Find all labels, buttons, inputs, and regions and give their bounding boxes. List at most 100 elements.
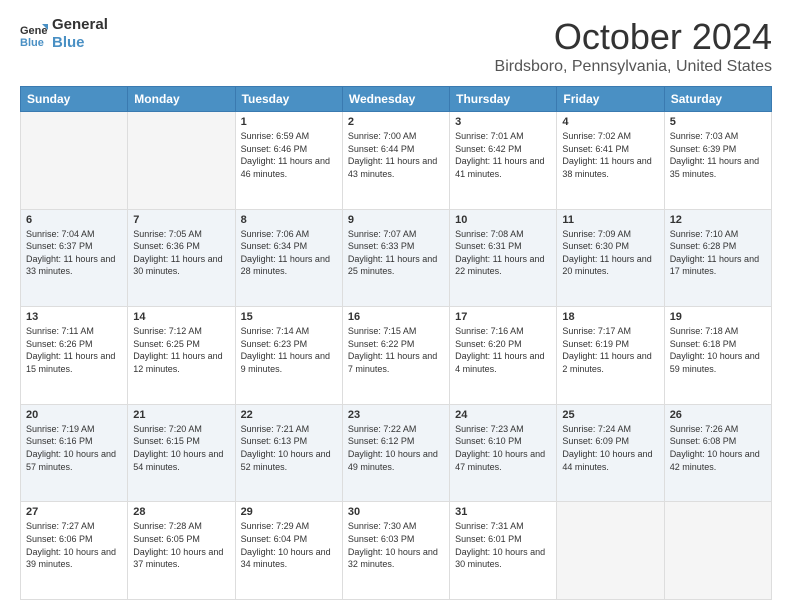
calendar-cell: 3 Sunrise: 7:01 AM Sunset: 6:42 PM Daylig…	[450, 112, 557, 210]
day-number: 19	[670, 311, 766, 323]
day-number: 15	[241, 311, 337, 323]
calendar-cell: 11 Sunrise: 7:09 AM Sunset: 6:30 PM Dayli…	[557, 209, 664, 307]
day-info: Sunrise: 7:12 AM Sunset: 6:25 PM Dayligh…	[133, 325, 229, 375]
calendar-cell: 4 Sunrise: 7:02 AM Sunset: 6:41 PM Daylig…	[557, 112, 664, 210]
calendar-cell	[128, 112, 235, 210]
day-number: 3	[455, 116, 551, 128]
day-info: Sunrise: 7:27 AM Sunset: 6:06 PM Dayligh…	[26, 520, 122, 570]
day-number: 21	[133, 409, 229, 421]
day-number: 4	[562, 116, 658, 128]
page-header: General Blue General Blue October 2024 B…	[20, 16, 772, 76]
calendar-cell: 20 Sunrise: 7:19 AM Sunset: 6:16 PM Dayli…	[21, 404, 128, 502]
day-info: Sunrise: 7:24 AM Sunset: 6:09 PM Dayligh…	[562, 423, 658, 473]
day-number: 31	[455, 506, 551, 518]
day-number: 10	[455, 214, 551, 226]
day-info: Sunrise: 7:26 AM Sunset: 6:08 PM Dayligh…	[670, 423, 766, 473]
day-number: 22	[241, 409, 337, 421]
day-info: Sunrise: 7:07 AM Sunset: 6:33 PM Dayligh…	[348, 228, 444, 278]
calendar-cell: 26Sunrise: 7:26 AM Sunset: 6:08 PM Dayli…	[664, 404, 771, 502]
day-number: 11	[562, 214, 658, 226]
calendar-cell: 31 Sunrise: 7:31 AM Sunset: 6:01 PM Dayli…	[450, 502, 557, 600]
day-info: Sunrise: 7:02 AM Sunset: 6:41 PM Dayligh…	[562, 130, 658, 180]
calendar-cell: 25 Sunrise: 7:24 AM Sunset: 6:09 PM Dayli…	[557, 404, 664, 502]
day-number: 20	[26, 409, 122, 421]
day-info: Sunrise: 7:31 AM Sunset: 6:01 PM Dayligh…	[455, 520, 551, 570]
day-number: 25	[562, 409, 658, 421]
calendar-table: SundayMondayTuesdayWednesdayThursdayFrid…	[20, 86, 772, 600]
day-info: Sunrise: 7:19 AM Sunset: 6:16 PM Dayligh…	[26, 423, 122, 473]
day-number: 30	[348, 506, 444, 518]
calendar-cell: 2 Sunrise: 7:00 AM Sunset: 6:44 PM Daylig…	[342, 112, 449, 210]
calendar-cell: 14 Sunrise: 7:12 AM Sunset: 6:25 PM Dayli…	[128, 307, 235, 405]
day-number: 23	[348, 409, 444, 421]
title-block: October 2024 Birdsboro, Pennsylvania, Un…	[495, 16, 772, 76]
calendar-cell: 6 Sunrise: 7:04 AM Sunset: 6:37 PM Daylig…	[21, 209, 128, 307]
calendar-week-row: 13Sunrise: 7:11 AM Sunset: 6:26 PM Dayli…	[21, 307, 772, 405]
day-info: Sunrise: 7:08 AM Sunset: 6:31 PM Dayligh…	[455, 228, 551, 278]
calendar-header-sunday: Sunday	[21, 87, 128, 112]
calendar-week-row: 20 Sunrise: 7:19 AM Sunset: 6:16 PM Dayli…	[21, 404, 772, 502]
calendar-cell	[664, 502, 771, 600]
day-info: Sunrise: 7:29 AM Sunset: 6:04 PM Dayligh…	[241, 520, 337, 570]
calendar-cell: 10 Sunrise: 7:08 AM Sunset: 6:31 PM Dayli…	[450, 209, 557, 307]
calendar-cell: 16Sunrise: 7:15 AM Sunset: 6:22 PM Dayli…	[342, 307, 449, 405]
day-info: Sunrise: 7:01 AM Sunset: 6:42 PM Dayligh…	[455, 130, 551, 180]
calendar-cell: 13Sunrise: 7:11 AM Sunset: 6:26 PM Dayli…	[21, 307, 128, 405]
calendar-cell: 15 Sunrise: 7:14 AM Sunset: 6:23 PM Dayli…	[235, 307, 342, 405]
day-info: Sunrise: 7:14 AM Sunset: 6:23 PM Dayligh…	[241, 325, 337, 375]
calendar-cell: 5Sunrise: 7:03 AM Sunset: 6:39 PM Daylig…	[664, 112, 771, 210]
day-number: 16	[348, 311, 444, 323]
day-info: Sunrise: 7:30 AM Sunset: 6:03 PM Dayligh…	[348, 520, 444, 570]
calendar-cell	[21, 112, 128, 210]
calendar-cell: 7Sunrise: 7:05 AM Sunset: 6:36 PM Daylig…	[128, 209, 235, 307]
calendar-cell: 29Sunrise: 7:29 AM Sunset: 6:04 PM Dayli…	[235, 502, 342, 600]
day-info: Sunrise: 7:16 AM Sunset: 6:20 PM Dayligh…	[455, 325, 551, 375]
calendar-header-tuesday: Tuesday	[235, 87, 342, 112]
calendar-cell: 21 Sunrise: 7:20 AM Sunset: 6:15 PM Dayli…	[128, 404, 235, 502]
day-number: 9	[348, 214, 444, 226]
day-info: Sunrise: 6:59 AM Sunset: 6:46 PM Dayligh…	[241, 130, 337, 180]
logo-icon: General Blue	[20, 20, 48, 48]
calendar-header-monday: Monday	[128, 87, 235, 112]
day-number: 28	[133, 506, 229, 518]
svg-text:Blue: Blue	[20, 37, 44, 48]
day-number: 5	[670, 116, 766, 128]
calendar-week-row: 27 Sunrise: 7:27 AM Sunset: 6:06 PM Dayli…	[21, 502, 772, 600]
day-info: Sunrise: 7:06 AM Sunset: 6:34 PM Dayligh…	[241, 228, 337, 278]
svg-text:General: General	[20, 25, 48, 37]
day-info: Sunrise: 7:20 AM Sunset: 6:15 PM Dayligh…	[133, 423, 229, 473]
logo-line2: Blue	[52, 34, 108, 52]
calendar-week-row: 1 Sunrise: 6:59 AM Sunset: 6:46 PM Daylig…	[21, 112, 772, 210]
subtitle: Birdsboro, Pennsylvania, United States	[495, 58, 772, 76]
day-number: 1	[241, 116, 337, 128]
day-info: Sunrise: 7:23 AM Sunset: 6:10 PM Dayligh…	[455, 423, 551, 473]
day-number: 18	[562, 311, 658, 323]
day-info: Sunrise: 7:17 AM Sunset: 6:19 PM Dayligh…	[562, 325, 658, 375]
day-info: Sunrise: 7:09 AM Sunset: 6:30 PM Dayligh…	[562, 228, 658, 278]
day-info: Sunrise: 7:22 AM Sunset: 6:12 PM Dayligh…	[348, 423, 444, 473]
logo-line1: General	[52, 16, 108, 34]
calendar-header-row: SundayMondayTuesdayWednesdayThursdayFrid…	[21, 87, 772, 112]
day-number: 12	[670, 214, 766, 226]
day-number: 14	[133, 311, 229, 323]
day-info: Sunrise: 7:11 AM Sunset: 6:26 PM Dayligh…	[26, 325, 122, 375]
calendar-cell: 1 Sunrise: 6:59 AM Sunset: 6:46 PM Daylig…	[235, 112, 342, 210]
day-info: Sunrise: 7:04 AM Sunset: 6:37 PM Dayligh…	[26, 228, 122, 278]
calendar-cell: 17Sunrise: 7:16 AM Sunset: 6:20 PM Dayli…	[450, 307, 557, 405]
calendar-cell: 19Sunrise: 7:18 AM Sunset: 6:18 PM Dayli…	[664, 307, 771, 405]
calendar-cell: 28 Sunrise: 7:28 AM Sunset: 6:05 PM Dayli…	[128, 502, 235, 600]
day-number: 6	[26, 214, 122, 226]
calendar-cell: 23 Sunrise: 7:22 AM Sunset: 6:12 PM Dayli…	[342, 404, 449, 502]
calendar-cell: 8Sunrise: 7:06 AM Sunset: 6:34 PM Daylig…	[235, 209, 342, 307]
main-title: October 2024	[495, 16, 772, 58]
calendar-header-wednesday: Wednesday	[342, 87, 449, 112]
day-number: 24	[455, 409, 551, 421]
day-number: 2	[348, 116, 444, 128]
calendar-cell: 22Sunrise: 7:21 AM Sunset: 6:13 PM Dayli…	[235, 404, 342, 502]
day-info: Sunrise: 7:00 AM Sunset: 6:44 PM Dayligh…	[348, 130, 444, 180]
day-number: 27	[26, 506, 122, 518]
day-info: Sunrise: 7:05 AM Sunset: 6:36 PM Dayligh…	[133, 228, 229, 278]
calendar-week-row: 6 Sunrise: 7:04 AM Sunset: 6:37 PM Daylig…	[21, 209, 772, 307]
day-info: Sunrise: 7:28 AM Sunset: 6:05 PM Dayligh…	[133, 520, 229, 570]
calendar-header-saturday: Saturday	[664, 87, 771, 112]
